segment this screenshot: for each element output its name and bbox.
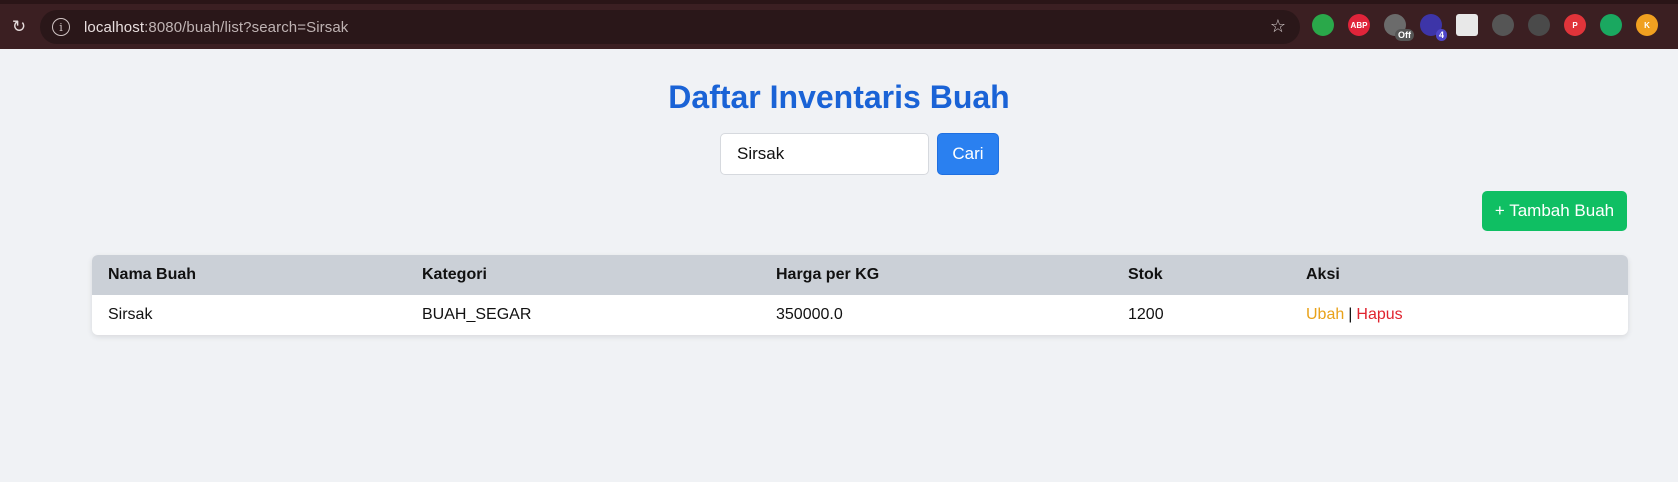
search-form: Cari: [720, 133, 999, 175]
leaf-icon[interactable]: [1600, 14, 1622, 36]
site-info-icon[interactable]: i: [52, 18, 70, 36]
robot-extension-icon[interactable]: [1312, 14, 1334, 36]
search-button[interactable]: Cari: [937, 133, 999, 175]
target-icon[interactable]: [1492, 14, 1514, 36]
column-header-kategori: Kategori: [422, 266, 487, 283]
extension-count-icon[interactable]: 4: [1420, 14, 1447, 41]
extension-badge: 4: [1435, 29, 1447, 41]
column-header-harga: Harga per KG: [776, 266, 880, 283]
cell-stok: 1200: [1128, 306, 1164, 323]
url-host: localhost: [84, 18, 145, 36]
delete-link[interactable]: Hapus: [1356, 306, 1402, 323]
cell-harga: 350000.0: [776, 306, 843, 323]
extensions-bar: ABP Off 4 P K: [1312, 14, 1658, 41]
cell-aksi: Ubah | Hapus: [1290, 295, 1628, 335]
url-path: :8080/buah/list?search=Sirsak: [144, 18, 349, 36]
adblock-icon[interactable]: ABP: [1348, 14, 1370, 36]
add-fruit-button[interactable]: + Tambah Buah: [1482, 191, 1627, 231]
reload-icon[interactable]: ↻: [8, 16, 30, 38]
extension-off-icon[interactable]: Off: [1384, 14, 1414, 41]
browser-toolbar: ↻ i localhost:8080/buah/list?search=Sirs…: [0, 0, 1678, 49]
table-header-row: Nama Buah Kategori Harga per KG Stok Aks…: [92, 255, 1628, 295]
cell-kategori: BUAH_SEGAR: [422, 306, 532, 323]
k-extension-icon[interactable]: K: [1636, 14, 1658, 36]
address-bar[interactable]: i localhost:8080/buah/list?search=Sirsak…: [40, 10, 1300, 44]
inventory-table: Nama Buah Kategori Harga per KG Stok Aks…: [92, 255, 1628, 335]
page-content: Daftar Inventaris Buah Cari + Tambah Bua…: [0, 49, 1678, 482]
column-header-aksi: Aksi: [1306, 266, 1340, 283]
edit-link[interactable]: Ubah: [1306, 306, 1344, 323]
terminal-icon[interactable]: [1456, 14, 1478, 36]
url-text: localhost:8080/buah/list?search=Sirsak: [84, 19, 348, 36]
bookmark-star-icon[interactable]: ☆: [1270, 16, 1286, 37]
extension-badge: Off: [1395, 29, 1414, 41]
ghost-icon[interactable]: [1528, 14, 1550, 36]
cell-nama: Sirsak: [108, 306, 153, 323]
p-extension-icon[interactable]: P: [1564, 14, 1586, 36]
page-title: Daftar Inventaris Buah: [668, 79, 1010, 115]
action-separator: |: [1348, 306, 1353, 323]
column-header-nama: Nama Buah: [108, 266, 197, 283]
column-header-stok: Stok: [1128, 266, 1163, 283]
search-input[interactable]: [720, 133, 929, 175]
table-row: Sirsak BUAH_SEGAR 350000.0 1200 Ubah | Hap…: [92, 295, 1628, 335]
